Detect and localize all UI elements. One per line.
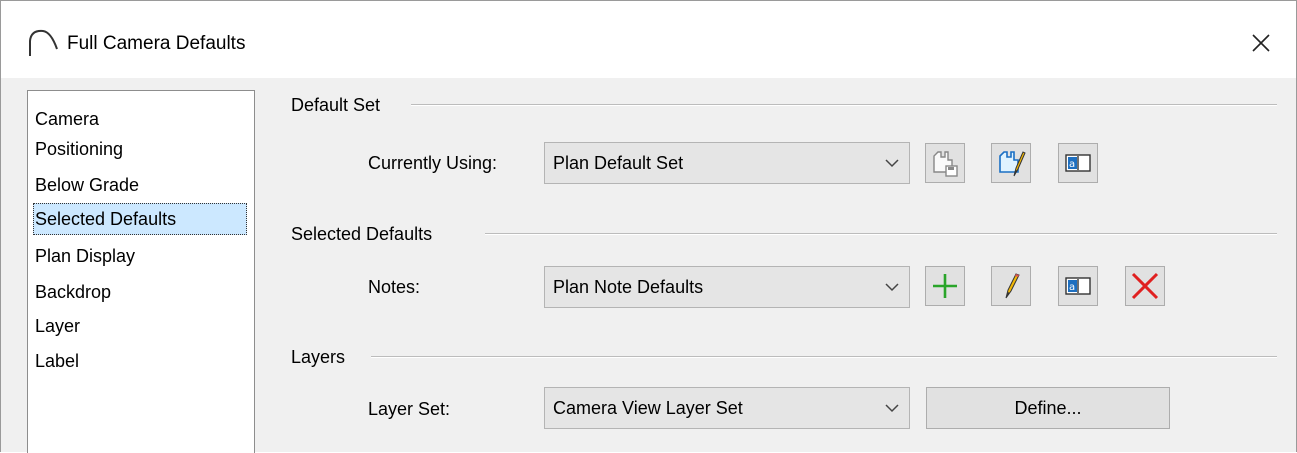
edit-pencil-icon (1005, 273, 1020, 299)
save-default-set-button[interactable] (925, 143, 965, 183)
rename-icon: a (1065, 277, 1091, 295)
list-item-selected-defaults[interactable]: Selected Defaults (33, 203, 247, 235)
selected-defaults-group-label: Selected Defaults (291, 224, 441, 245)
add-notes-defaults-button[interactable] (925, 266, 965, 306)
camera-defaults-dialog: Full Camera Defaults Camera Positioning … (0, 0, 1297, 453)
close-icon (1252, 34, 1270, 52)
notes-dropdown[interactable]: Plan Note Defaults (544, 266, 910, 308)
define-layer-set-button[interactable]: Define... (926, 387, 1170, 429)
list-item-positioning[interactable]: Positioning (33, 133, 247, 165)
app-logo-icon (29, 29, 58, 56)
layers-divider (371, 356, 1277, 358)
layer-set-label: Layer Set: (368, 399, 451, 419)
add-icon (933, 274, 957, 298)
chevron-down-icon (885, 159, 899, 168)
edit-default-set-icon (999, 151, 1026, 177)
layers-group-label: Layers (291, 347, 354, 368)
delete-icon (1131, 272, 1159, 300)
rename-notes-defaults-button[interactable]: a (1058, 266, 1098, 306)
title-bar: Full Camera Defaults (1, 1, 1296, 78)
list-item-below-grade[interactable]: Below Grade (33, 169, 247, 201)
default-set-divider (411, 104, 1277, 106)
default-set-dropdown[interactable]: Plan Default Set (544, 142, 910, 184)
save-default-set-icon (933, 151, 958, 177)
window-title: Full Camera Defaults (67, 33, 246, 54)
list-item-plan-display[interactable]: Plan Display (33, 240, 247, 272)
notes-value: Plan Note Defaults (553, 277, 704, 297)
rename-default-set-button[interactable]: a (1058, 143, 1098, 183)
currently-using-label: Currently Using: (368, 153, 498, 173)
list-item-label[interactable]: Label (33, 345, 247, 377)
edit-notes-defaults-button[interactable] (991, 266, 1031, 306)
default-set-group-label: Default Set (291, 95, 389, 116)
list-item-backdrop[interactable]: Backdrop (33, 276, 247, 308)
notes-label: Notes: (368, 277, 421, 297)
list-item-camera[interactable]: Camera (33, 103, 247, 135)
rename-default-set-icon: a (1065, 154, 1091, 172)
svg-text:a: a (1069, 282, 1075, 293)
list-item-layer[interactable]: Layer (33, 310, 247, 342)
edit-default-set-button[interactable] (991, 143, 1031, 183)
layer-set-value: Camera View Layer Set (553, 398, 743, 418)
selected-defaults-divider (485, 233, 1277, 235)
layer-set-dropdown[interactable]: Camera View Layer Set (544, 387, 910, 429)
default-set-value: Plan Default Set (553, 153, 684, 173)
category-list[interactable]: Camera Positioning Below Grade Selected … (27, 90, 255, 453)
chevron-down-icon (885, 283, 899, 292)
svg-text:a: a (1069, 159, 1075, 170)
delete-notes-defaults-button[interactable] (1125, 266, 1165, 306)
close-button[interactable] (1241, 23, 1281, 63)
chevron-down-icon (885, 404, 899, 413)
